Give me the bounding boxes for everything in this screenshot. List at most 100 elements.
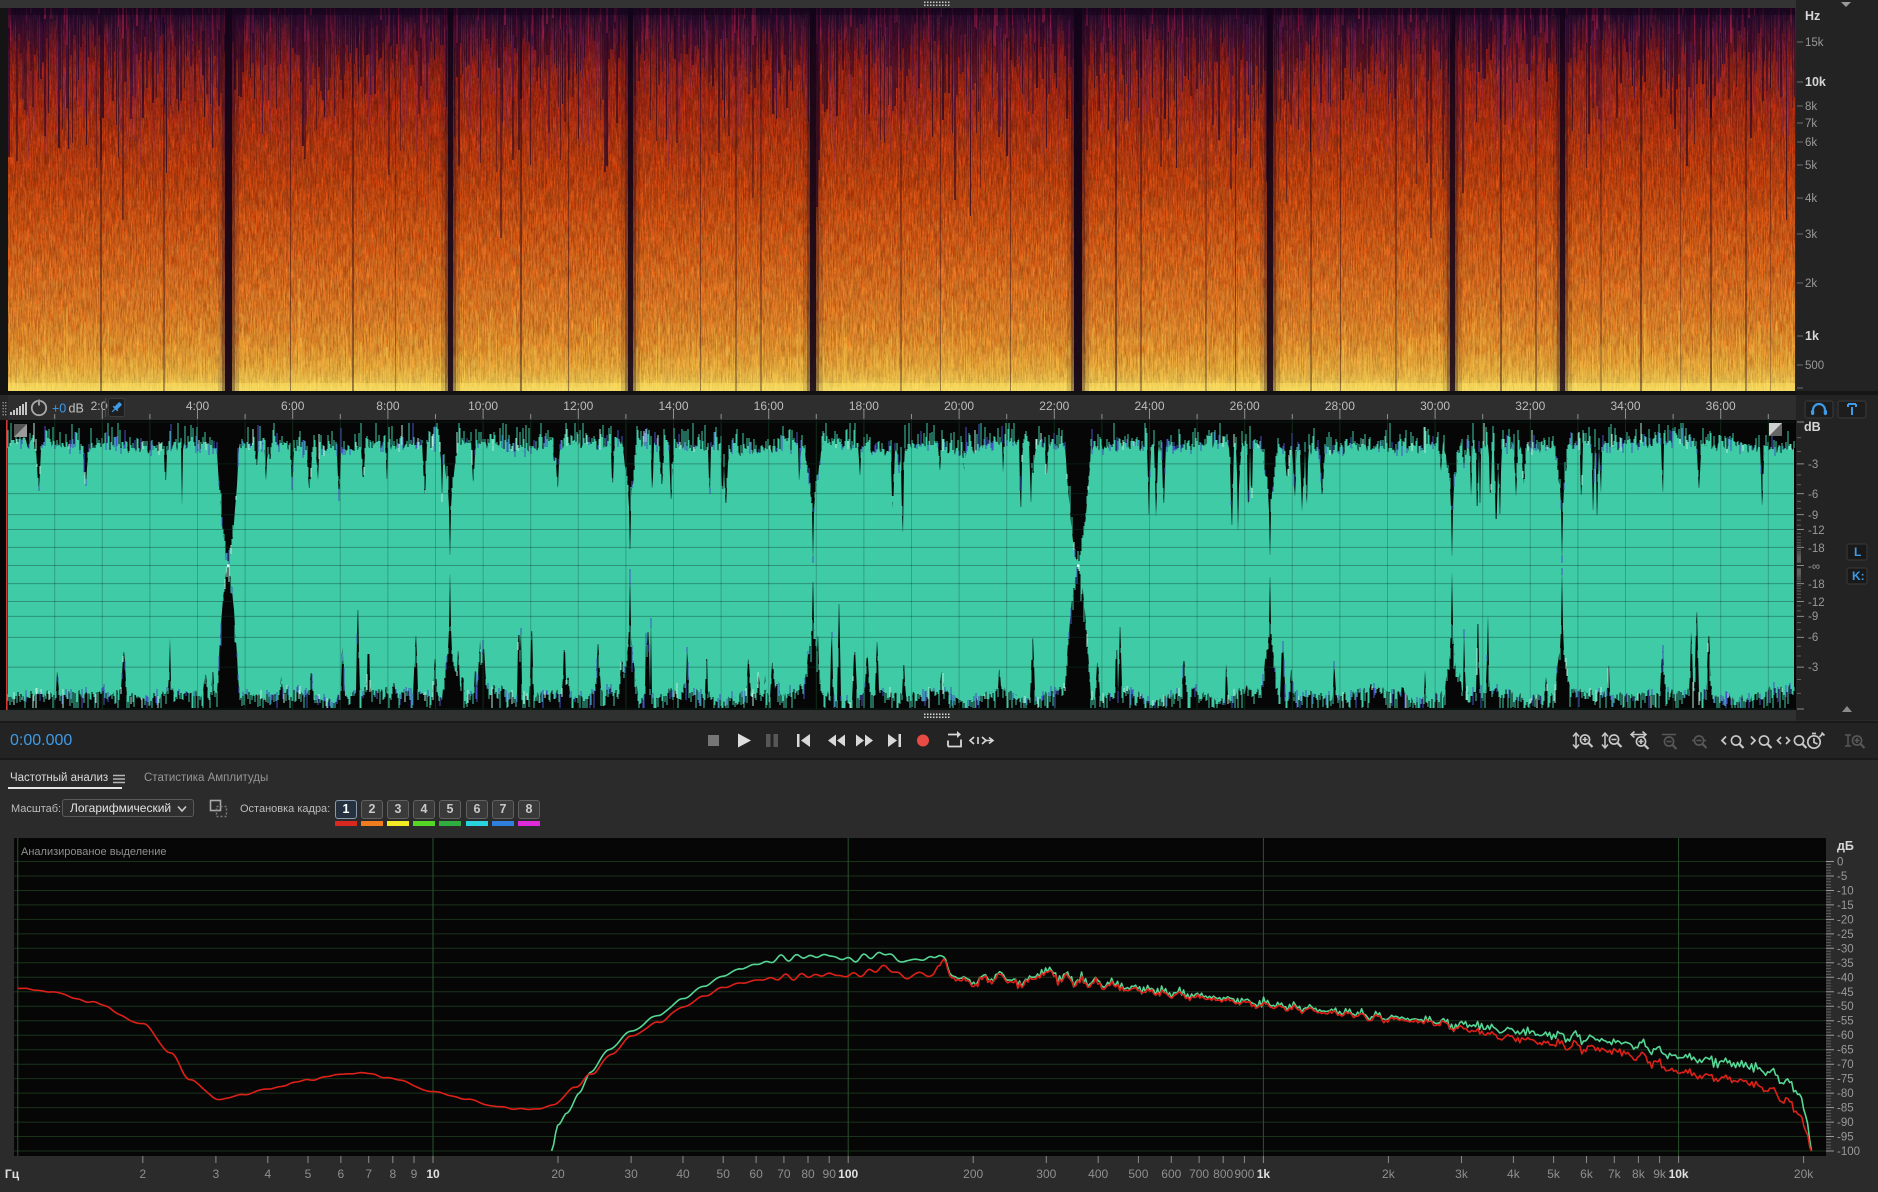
svg-text:40: 40	[676, 1167, 690, 1181]
svg-text:10k: 10k	[1669, 1167, 1689, 1181]
svg-text:-35: -35	[1837, 958, 1854, 970]
svg-text:10:00: 10:00	[468, 399, 498, 413]
svg-text:-3: -3	[1808, 662, 1818, 674]
svg-text:200: 200	[963, 1167, 983, 1181]
svg-text:2: 2	[139, 1167, 146, 1181]
svg-text:Гц: Гц	[5, 1167, 20, 1181]
svg-text:-75: -75	[1837, 1074, 1854, 1086]
svg-text:1k: 1k	[1257, 1167, 1271, 1181]
svg-text:8:00: 8:00	[376, 399, 400, 413]
svg-text:500: 500	[1128, 1167, 1148, 1181]
svg-text:6k: 6k	[1805, 137, 1817, 149]
svg-text:3k: 3k	[1805, 229, 1817, 241]
svg-text:20k: 20k	[1794, 1167, 1814, 1181]
svg-text:-40: -40	[1837, 972, 1854, 984]
svg-text:12:00: 12:00	[563, 399, 593, 413]
svg-text:2k: 2k	[1382, 1167, 1396, 1181]
svg-text:-10: -10	[1837, 886, 1854, 898]
svg-text:15k: 15k	[1805, 37, 1824, 49]
svg-text:-6: -6	[1808, 632, 1818, 644]
svg-text:500: 500	[1805, 360, 1824, 372]
svg-text:-20: -20	[1837, 914, 1854, 926]
svg-text:0: 0	[1837, 857, 1843, 869]
svg-text:3k: 3k	[1455, 1167, 1469, 1181]
svg-text:60: 60	[749, 1167, 763, 1181]
svg-text:32:00: 32:00	[1515, 399, 1545, 413]
svg-text:28:00: 28:00	[1325, 399, 1355, 413]
svg-text:-50: -50	[1837, 1001, 1854, 1013]
svg-text:Анализированое выделение: Анализированое выделение	[21, 846, 167, 858]
svg-text:5: 5	[305, 1167, 312, 1181]
svg-text:14:00: 14:00	[658, 399, 688, 413]
svg-text:22:00: 22:00	[1039, 399, 1069, 413]
svg-text:-3: -3	[1808, 459, 1818, 471]
svg-text:dB: dB	[1804, 420, 1821, 434]
svg-text:9k: 9k	[1653, 1167, 1667, 1181]
svg-text:-85: -85	[1837, 1103, 1854, 1115]
svg-text:-30: -30	[1837, 943, 1854, 955]
svg-text:-5: -5	[1837, 871, 1847, 883]
svg-text:-45: -45	[1837, 987, 1854, 999]
svg-text:8k: 8k	[1632, 1167, 1646, 1181]
svg-text:300: 300	[1036, 1167, 1056, 1181]
svg-text:-6: -6	[1808, 489, 1818, 501]
svg-text:-70: -70	[1837, 1059, 1854, 1071]
svg-text:90: 90	[823, 1167, 837, 1181]
svg-text:-100: -100	[1837, 1146, 1860, 1158]
svg-text:6:00: 6:00	[281, 399, 305, 413]
svg-text:700: 700	[1189, 1167, 1209, 1181]
svg-text:-∞: -∞	[1808, 561, 1820, 573]
svg-text:-9: -9	[1808, 510, 1818, 522]
svg-text:-90: -90	[1837, 1117, 1854, 1129]
svg-text:-25: -25	[1837, 929, 1854, 941]
svg-text:36:00: 36:00	[1706, 399, 1736, 413]
svg-text:-80: -80	[1837, 1088, 1854, 1100]
svg-text:600: 600	[1161, 1167, 1181, 1181]
svg-text:20:00: 20:00	[944, 399, 974, 413]
svg-text:5k: 5k	[1805, 160, 1817, 172]
svg-text:5k: 5k	[1547, 1167, 1561, 1181]
svg-text:34:00: 34:00	[1610, 399, 1640, 413]
svg-text:9: 9	[411, 1167, 418, 1181]
svg-text:18:00: 18:00	[849, 399, 879, 413]
svg-text:1k: 1k	[1805, 329, 1819, 343]
svg-text:8: 8	[389, 1167, 396, 1181]
svg-text:6k: 6k	[1580, 1167, 1594, 1181]
svg-text:3: 3	[213, 1167, 220, 1181]
svg-text:-9: -9	[1808, 611, 1818, 623]
svg-text:4: 4	[264, 1167, 271, 1181]
svg-text:-18: -18	[1808, 543, 1825, 555]
svg-text:8k: 8k	[1805, 101, 1817, 113]
svg-text:+0: +0	[52, 402, 66, 416]
svg-text:-12: -12	[1808, 597, 1825, 609]
svg-text:50: 50	[717, 1167, 731, 1181]
svg-text:7k: 7k	[1608, 1167, 1622, 1181]
svg-text:20: 20	[551, 1167, 565, 1181]
svg-text:-95: -95	[1837, 1132, 1854, 1144]
svg-text:6: 6	[338, 1167, 345, 1181]
svg-text:80: 80	[801, 1167, 815, 1181]
svg-text:800: 800	[1213, 1167, 1233, 1181]
svg-text:900: 900	[1234, 1167, 1254, 1181]
svg-text:-12: -12	[1808, 525, 1825, 537]
svg-text:10: 10	[426, 1167, 440, 1181]
svg-text:16:00: 16:00	[754, 399, 784, 413]
svg-text:100: 100	[838, 1167, 858, 1181]
svg-text:70: 70	[777, 1167, 791, 1181]
svg-text:400: 400	[1088, 1167, 1108, 1181]
svg-text:дБ: дБ	[1837, 839, 1854, 853]
svg-text:L: L	[1854, 545, 1861, 559]
svg-text:4k: 4k	[1507, 1167, 1521, 1181]
svg-text:-65: -65	[1837, 1045, 1854, 1057]
svg-text:-55: -55	[1837, 1016, 1854, 1028]
svg-text:2k: 2k	[1805, 278, 1817, 290]
svg-text:26:00: 26:00	[1230, 399, 1260, 413]
svg-text:4k: 4k	[1805, 193, 1817, 205]
svg-text:7k: 7k	[1805, 118, 1817, 130]
svg-text:Hz: Hz	[1805, 9, 1820, 23]
svg-text:10k: 10k	[1805, 75, 1826, 89]
svg-text:-18: -18	[1808, 579, 1825, 591]
svg-text:24:00: 24:00	[1134, 399, 1164, 413]
svg-text:30:00: 30:00	[1420, 399, 1450, 413]
svg-text:dB: dB	[69, 402, 84, 416]
